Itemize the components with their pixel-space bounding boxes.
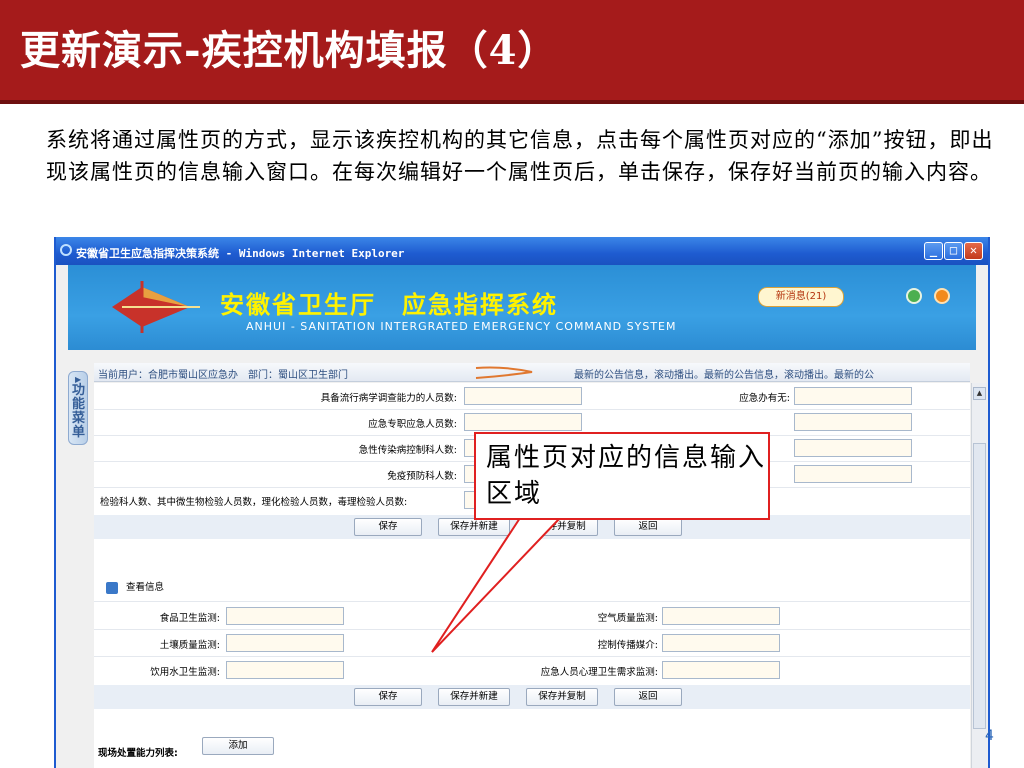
save-button[interactable]: 保存 — [354, 688, 422, 706]
info-icon — [106, 581, 118, 594]
slide-description: 系统将通过属性页的方式，显示该疾控机构的其它信息，点击每个属性页对应的“添加”按… — [46, 128, 994, 184]
field-input[interactable] — [226, 661, 344, 679]
field-input[interactable] — [794, 439, 912, 457]
left-menu-label: 功能菜单 — [72, 383, 86, 440]
new-messages-button[interactable]: 新消息(21) — [758, 287, 844, 307]
app-subtitle: ANHUI - SANITATION INTERGRATED EMERGENCY… — [246, 320, 677, 333]
back-button[interactable]: 返回 — [614, 518, 682, 536]
logout-icon[interactable] — [934, 288, 950, 304]
field-input[interactable] — [794, 413, 912, 431]
field-input[interactable] — [662, 634, 780, 652]
row-divider — [94, 601, 970, 602]
back-button[interactable]: 返回 — [614, 688, 682, 706]
page-number: 4 — [985, 728, 994, 744]
window-title: 安徽省卫生应急指挥决策系统 - Windows Internet Explore… — [76, 247, 405, 260]
save-new-button[interactable]: 保存并新建 — [438, 518, 510, 536]
field-input[interactable] — [464, 387, 582, 405]
callout-box: 属性页对应的信息输入区域 — [474, 432, 770, 520]
field-label: 免疫预防科人数: — [387, 471, 457, 482]
field-input[interactable] — [662, 607, 780, 625]
field-input[interactable] — [226, 607, 344, 625]
check-icon[interactable] — [906, 288, 922, 304]
app-banner: 安徽省卫生厅 应急指挥系统 ANHUI - SANITATION INTERGR… — [68, 265, 976, 350]
window-titlebar: 安徽省卫生应急指挥决策系统 - Windows Internet Explore… — [56, 237, 988, 265]
minimize-icon[interactable]: _ — [924, 242, 943, 260]
field-label: 具备流行病学调查能力的人员数: — [320, 393, 457, 404]
field-label: 土壤质量监测: — [159, 640, 220, 651]
save-copy-button[interactable]: 保存并复制 — [526, 518, 598, 536]
field-label: 检验科人数、其中微生物检验人员数，理化检验人员数，毒理检验人员数: — [100, 497, 408, 508]
scroll-thumb[interactable] — [973, 443, 986, 729]
field-label: 空气质量监测: — [597, 613, 658, 624]
current-user: 当前用户：合肥市蜀山区应急办 部门：蜀山区卫生部门 — [98, 370, 348, 381]
divider-arrow-icon — [475, 366, 533, 379]
vertical-scrollbar[interactable]: ▲ — [971, 383, 987, 768]
field-input[interactable] — [794, 387, 912, 405]
notice-ticker: 最新的公告信息，滚动播出。最新的公告信息，滚动播出。最新的公 — [574, 370, 874, 381]
close-icon[interactable]: ✕ — [964, 242, 983, 260]
callout-text: 属性页对应的信息输入区域 — [486, 443, 767, 509]
maximize-icon[interactable]: □ — [944, 242, 963, 260]
scroll-up-icon[interactable]: ▲ — [973, 387, 986, 400]
section-title: 查看信息 — [126, 582, 165, 593]
field-label: 饮用水卫生监测: — [150, 667, 220, 678]
field-input[interactable] — [226, 634, 344, 652]
left-menu-toggle[interactable]: ▶ 功能菜单 — [68, 371, 88, 445]
ie-icon — [60, 244, 72, 256]
field-label: 应急办有无: — [739, 393, 790, 404]
save-button[interactable]: 保存 — [354, 518, 422, 536]
save-copy-button[interactable]: 保存并复制 — [526, 688, 598, 706]
form2-row: 土壤质量监测: 控制传播媒介: — [94, 630, 970, 656]
slide-header: 更新演示-疾控机构填报（4） — [0, 0, 1024, 104]
add-button[interactable]: 添加 — [202, 737, 274, 755]
field-label: 急性传染病控制科人数: — [358, 445, 457, 456]
field-capacity-label: 现场处置能力列表: — [98, 748, 178, 759]
field-label: 食品卫生监测: — [159, 613, 220, 624]
app-title: 安徽省卫生厅 应急指挥系统 — [220, 290, 558, 319]
save-new-button[interactable]: 保存并新建 — [438, 688, 510, 706]
form2-row: 饮用水卫生监测: 应急人员心理卫生需求监测: — [94, 657, 970, 683]
header-shadow — [0, 100, 1024, 104]
field-label: 控制传播媒介: — [597, 640, 658, 651]
field-input[interactable] — [464, 413, 582, 431]
field-label: 应急专职应急人员数: — [368, 419, 457, 430]
view-info-header: 查看信息 — [106, 579, 164, 594]
form2-row: 食品卫生监测: 空气质量监测: — [94, 603, 970, 629]
form1-row: 具备流行病学调查能力的人员数: 应急办有无: — [94, 383, 970, 409]
field-input[interactable] — [662, 661, 780, 679]
field-input[interactable] — [794, 465, 912, 483]
field-label: 应急人员心理卫生需求监测: — [540, 667, 658, 678]
app-logo-icon — [112, 281, 200, 333]
slide-title: 更新演示-疾控机构填报（4） — [20, 27, 559, 74]
user-bar: 当前用户：合肥市蜀山区应急办 部门：蜀山区卫生部门 最新的公告信息，滚动播出。最… — [94, 363, 970, 382]
form2-button-bar: 保存 保存并新建 保存并复制 返回 — [94, 685, 970, 709]
